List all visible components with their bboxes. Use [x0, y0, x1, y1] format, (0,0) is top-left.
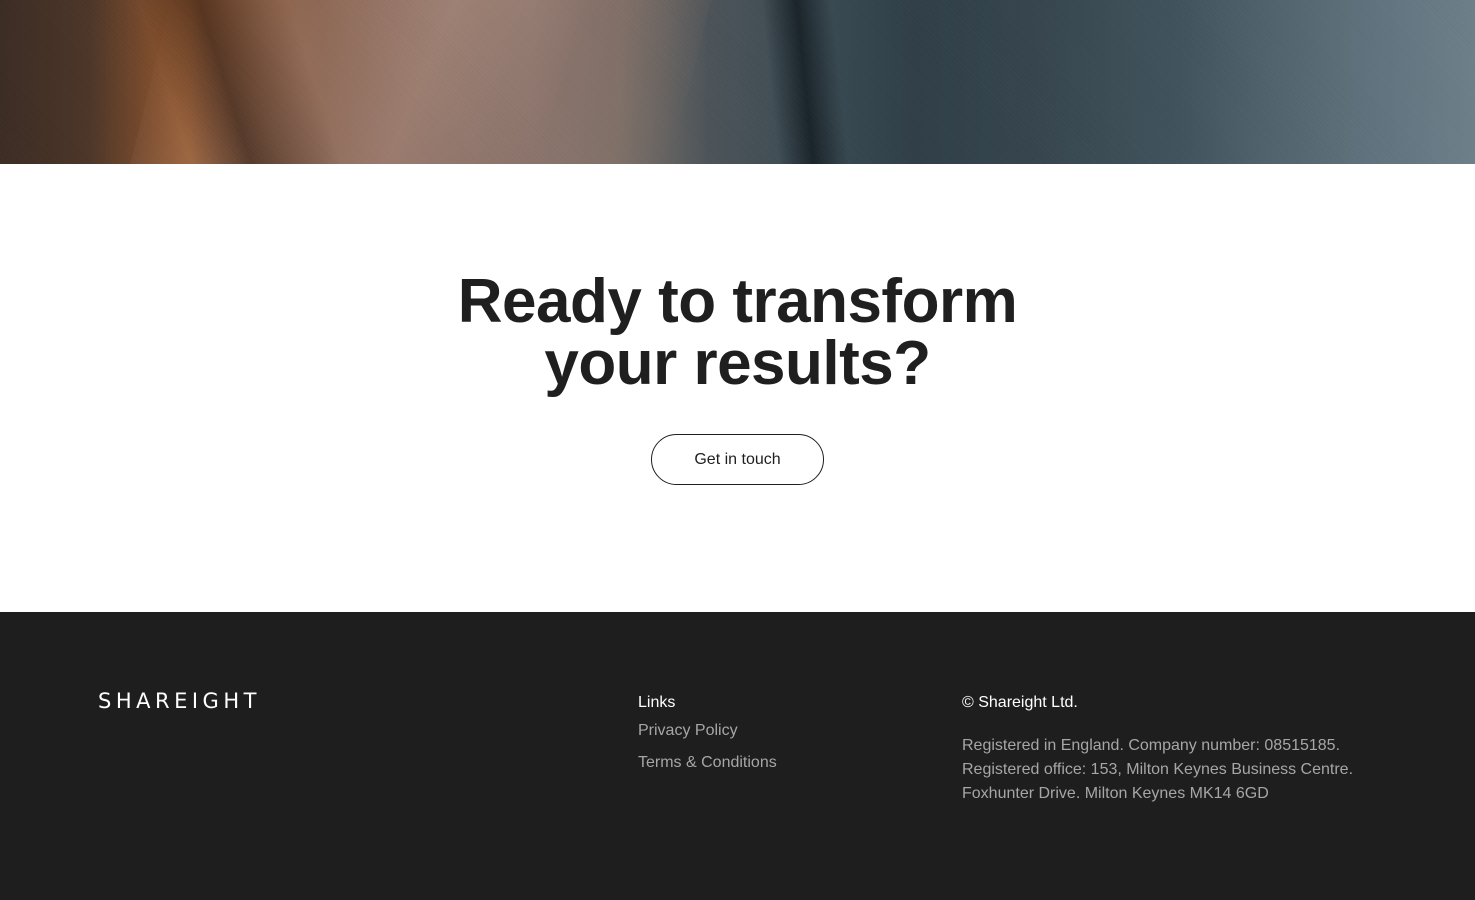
- cta-heading: Ready to transform your results?: [0, 271, 1475, 395]
- hero-photo-texture: [0, 0, 1475, 164]
- links-heading: Links: [638, 694, 676, 711]
- site-footer: SHAREIGHT Links Privacy Policy Terms & C…: [0, 612, 1475, 900]
- cta-heading-line-2: your results?: [544, 329, 931, 398]
- copyright-text: © Shareight Ltd.: [962, 694, 1078, 711]
- address-line-3: Foxhunter Drive. Milton Keynes MK14 6GD: [962, 785, 1269, 802]
- address-line-1: Registered in England. Company number: 0…: [962, 737, 1341, 754]
- address-line-2: Registered office: 153, Milton Keynes Bu…: [962, 761, 1354, 778]
- cta-heading-line-1: Ready to transform: [457, 267, 1018, 336]
- privacy-policy-link[interactable]: Privacy Policy: [638, 722, 738, 740]
- get-in-touch-button[interactable]: Get in touch: [651, 434, 824, 485]
- terms-conditions-link[interactable]: Terms & Conditions: [638, 754, 777, 772]
- shareight-logo[interactable]: SHAREIGHT: [98, 689, 261, 713]
- cta-section: Ready to transform your results? Get in …: [0, 164, 1475, 612]
- hero-photo: [0, 0, 1475, 164]
- company-address: Registered in England. Company number: 0…: [962, 734, 1353, 806]
